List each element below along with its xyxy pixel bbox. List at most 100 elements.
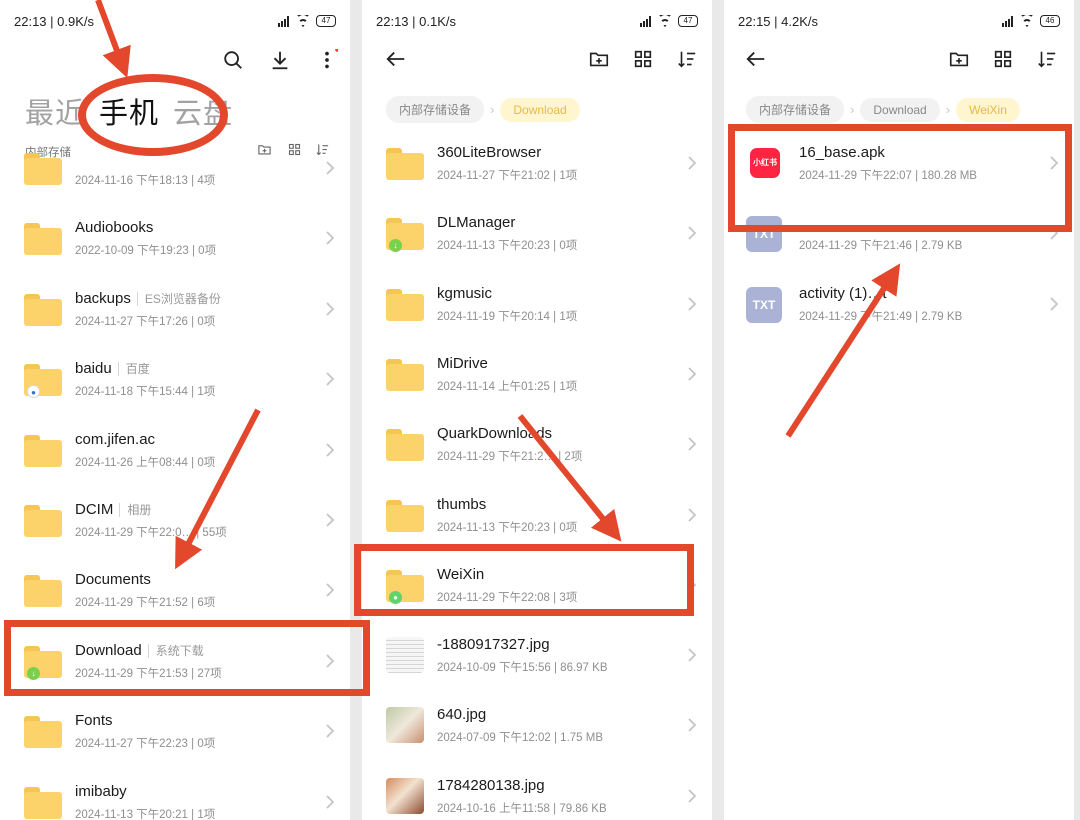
- list-item[interactable]: ● WeiXin 2024-11-29 下午22:08 | 3项: [362, 552, 712, 622]
- item-meta: 2024-11-29 下午22:0… | 55项: [75, 527, 227, 539]
- folder-icon: [24, 505, 62, 541]
- folder-icon: ↓: [24, 645, 62, 682]
- download-icon[interactable]: [268, 48, 292, 72]
- item-title: Download: [75, 641, 142, 659]
- item-name: -1880917327.jpg: [437, 636, 550, 653]
- tab-phone[interactable]: 手机: [99, 90, 159, 132]
- item-name: baidu 百度: [75, 360, 150, 377]
- grid-view-icon[interactable]: [991, 47, 1015, 71]
- sort-icon[interactable]: [1035, 47, 1059, 71]
- folder-icon: [24, 716, 62, 752]
- battery-icon: 47: [316, 15, 336, 27]
- list-item[interactable]: com.jifen.ac 2024-11-26 上午08:44 | 0项: [0, 417, 350, 487]
- item-title: -1880917327.jpg: [437, 636, 550, 654]
- folder-icon: [24, 786, 62, 820]
- item-name: activity (1)…t: [799, 285, 887, 302]
- item-name: 640.jpg: [437, 706, 486, 723]
- wifi-icon: [295, 15, 310, 27]
- list-item[interactable]: QuarkDownloads 2024-11-29 下午21:2… | 2项: [362, 411, 712, 481]
- signal-icon: [1002, 15, 1013, 27]
- app-package-icon: 小红书: [750, 148, 780, 178]
- breadcrumb-download[interactable]: Download: [860, 97, 940, 122]
- list-item[interactable]: Documents 2024-11-29 下午21:52 | 6项: [0, 557, 350, 627]
- item-tag: ES浏览器备份: [136, 291, 221, 306]
- item-tag: 相册: [119, 503, 152, 517]
- status-bar: 22:13 | 0.1K/s 47: [376, 14, 698, 32]
- item-name: 360LiteBrowser: [437, 144, 541, 161]
- chevron-right-icon: [688, 156, 697, 170]
- list-item[interactable]: Fonts 2024-11-27 下午22:23 | 0项: [0, 698, 350, 768]
- folder-icon: [386, 429, 424, 465]
- breadcrumb: 内部存储设备 › Download › WeiXin: [746, 96, 1020, 123]
- list-item[interactable]: 2024-11-16 下午18:13 | 4项: [0, 135, 350, 205]
- item-title: activity (1)…t: [799, 284, 887, 302]
- item-meta: 2022-10-09 下午19:23 | 0项: [75, 245, 217, 258]
- item-title: DCIM: [75, 501, 114, 518]
- list-item[interactable]: backups ES浏览器备份 2024-11-27 下午17:26 | 0项: [0, 276, 350, 346]
- wifi-icon: [1019, 15, 1034, 27]
- sort-icon[interactable]: [675, 47, 699, 71]
- tab-cloud[interactable]: 云盘: [173, 90, 233, 132]
- list-item[interactable]: Audiobooks 2022-10-09 下午19:23 | 0项: [0, 205, 350, 275]
- new-folder-icon[interactable]: [587, 47, 611, 71]
- item-name: com.jifen.ac: [75, 431, 155, 448]
- chevron-right-icon: [688, 789, 697, 803]
- new-folder-icon[interactable]: [947, 47, 971, 71]
- list-item[interactable]: DCIM 相册 2024-11-29 下午22:0… | 55项: [0, 487, 350, 557]
- folder-icon: ↓: [386, 218, 424, 254]
- item-title: baidu: [75, 360, 112, 378]
- item-name: imibaby: [75, 783, 127, 800]
- status-time: 22:13 | 0.9K/s: [14, 14, 94, 29]
- list-item[interactable]: TXT 2024-11-29 下午21:46 | 2.79 KB: [724, 200, 1074, 270]
- chevron-right-icon: [326, 372, 335, 386]
- breadcrumb-storage[interactable]: 内部存储设备: [746, 96, 845, 123]
- list-item[interactable]: thumbs 2024-11-13 下午20:23 | 0项: [362, 482, 712, 552]
- folder-icon: ●: [24, 364, 62, 400]
- panel-weixin-folder: 22:15 | 4.2K/s 46 内部存储设备 › Download › We…: [724, 0, 1074, 820]
- list-item[interactable]: imibaby 2024-11-13 下午20:21 | 1项: [0, 769, 350, 820]
- tab-recent[interactable]: 最近: [25, 90, 85, 132]
- back-arrow-icon[interactable]: [384, 47, 408, 71]
- item-name: Documents: [75, 571, 151, 588]
- item-meta: 2024-11-13 下午20:23 | 0项: [437, 240, 578, 253]
- grid-view-icon[interactable]: [631, 47, 655, 71]
- breadcrumb: 内部存储设备 › Download: [386, 96, 580, 123]
- breadcrumb-storage[interactable]: 内部存储设备: [386, 96, 485, 123]
- item-meta: 2024-11-19 下午20:14 | 1项: [437, 310, 578, 323]
- chevron-right-icon: [326, 583, 335, 598]
- list-item[interactable]: kgmusic 2024-11-19 下午20:14 | 1项: [362, 271, 712, 341]
- item-title: 16_base.apk: [799, 144, 885, 161]
- chevron-right-icon: [688, 296, 697, 311]
- back-arrow-icon[interactable]: [744, 47, 768, 71]
- item-title: DLManager: [437, 214, 516, 232]
- search-icon[interactable]: [221, 48, 245, 72]
- list-item[interactable]: 小红书 16_base.apk 2024-11-29 下午22:07 | 180.2…: [724, 130, 1074, 200]
- download-badge-icon: ↓: [389, 239, 402, 253]
- image-thumbnail: [386, 707, 424, 744]
- folder-icon: [386, 288, 424, 325]
- item-meta: 2024-11-27 下午21:02 | 1项: [437, 170, 578, 182]
- item-name: MiDrive: [437, 355, 488, 372]
- list-item[interactable]: -1880917327.jpg 2024-10-09 下午15:56 | 86.9…: [362, 622, 712, 692]
- list-item[interactable]: 360LiteBrowser 2024-11-27 下午21:02 | 1项: [362, 130, 712, 200]
- item-meta: 2024-11-29 下午21:52 | 6项: [75, 597, 216, 610]
- list-item[interactable]: TXT activity (1)…t 2024-11-29 下午21:49 | 2.…: [724, 271, 1074, 341]
- list-item[interactable]: ↓ DLManager 2024-11-13 下午20:23 | 0项: [362, 200, 712, 270]
- chevron-right-icon: [326, 513, 335, 527]
- list-item[interactable]: 640.jpg 2024-07-09 下午12:02 | 1.75 MB: [362, 692, 712, 762]
- list-item[interactable]: 1784280138.jpg 2024-10-16 上午11:58 | 79.86…: [362, 763, 712, 820]
- chevron-right-icon: [688, 226, 697, 240]
- list-item[interactable]: ↓ Download 系统下载 2024-11-29 下午21:53 | 27项: [0, 628, 350, 698]
- item-meta: 2024-11-14 上午01:25 | 1项: [437, 380, 578, 393]
- item-meta: 2024-11-29 下午21:46 | 2.79 KB: [799, 240, 963, 253]
- breadcrumb-weixin[interactable]: WeiXin: [956, 97, 1020, 122]
- breadcrumb-download[interactable]: Download: [500, 97, 580, 122]
- list-item[interactable]: ● baidu 百度 2024-11-18 下午15:44 | 1项: [0, 346, 350, 416]
- wifi-icon: [657, 15, 672, 27]
- list-item[interactable]: MiDrive 2024-11-14 上午01:25 | 1项: [362, 341, 712, 411]
- item-title: 1784280138.jpg: [437, 776, 545, 794]
- panel-phone-root: 22:13 | 0.9K/s 47 最近 手机 云盘 内部存储 2024-11-…: [0, 0, 350, 820]
- chevron-right-icon: [688, 718, 697, 733]
- item-meta: 2024-10-09 下午15:56 | 86.97 KB: [437, 662, 608, 675]
- more-icon[interactable]: [315, 48, 339, 72]
